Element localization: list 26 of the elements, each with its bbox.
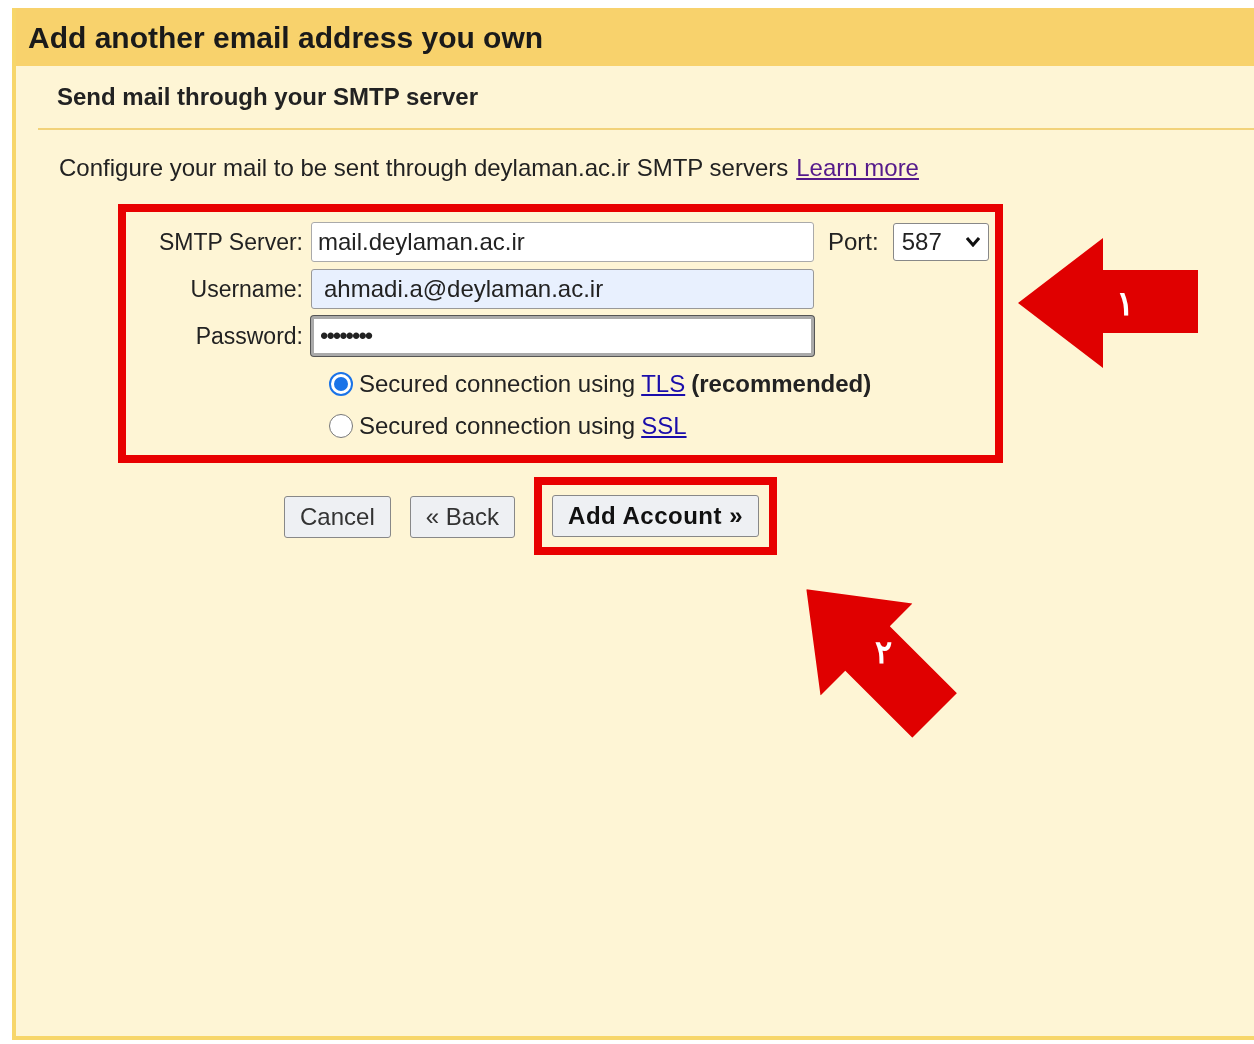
field-label: Password:	[194, 322, 304, 351]
radio-label: Secured connection using	[359, 411, 636, 441]
protocol-link[interactable]: SSL	[641, 408, 687, 444]
learn-more-link[interactable]: Learn more	[796, 150, 919, 186]
radio-button[interactable]	[329, 372, 353, 396]
text-field[interactable]: mail.deylaman.ac.ir	[311, 222, 814, 262]
dialog-title: Add another email address you own	[28, 19, 544, 56]
section-heading: Send mail through your SMTP server	[57, 82, 478, 112]
port-label: Port:	[828, 227, 879, 257]
annotation-number: ۲	[875, 633, 892, 672]
dialog-button[interactable]: « Back	[409, 496, 516, 538]
radio-button[interactable]	[329, 414, 353, 438]
arrow-icon	[1018, 238, 1198, 368]
recommended-note: (recommended)	[691, 369, 872, 399]
field-label: SMTP Server:	[158, 228, 304, 257]
protocol-link[interactable]: TLS	[641, 366, 686, 402]
radio-label: Secured connection using	[359, 369, 636, 399]
dialog-button[interactable]: Cancel	[284, 496, 391, 538]
dialog-button[interactable]: Add Account »	[552, 495, 760, 537]
description-text: Configure your mail to be sent through deylaman.ac.ir SMTP servers	[59, 153, 789, 183]
field-label: Username:	[189, 275, 304, 304]
annotation-number: ۱	[1116, 283, 1134, 324]
port-select[interactable]: 587	[892, 223, 989, 261]
text-field[interactable]: ahmadi.a@deylaman.ac.ir	[311, 269, 814, 309]
text-field[interactable]: ••••••••	[311, 316, 814, 356]
chevron-down-icon	[965, 237, 980, 247]
